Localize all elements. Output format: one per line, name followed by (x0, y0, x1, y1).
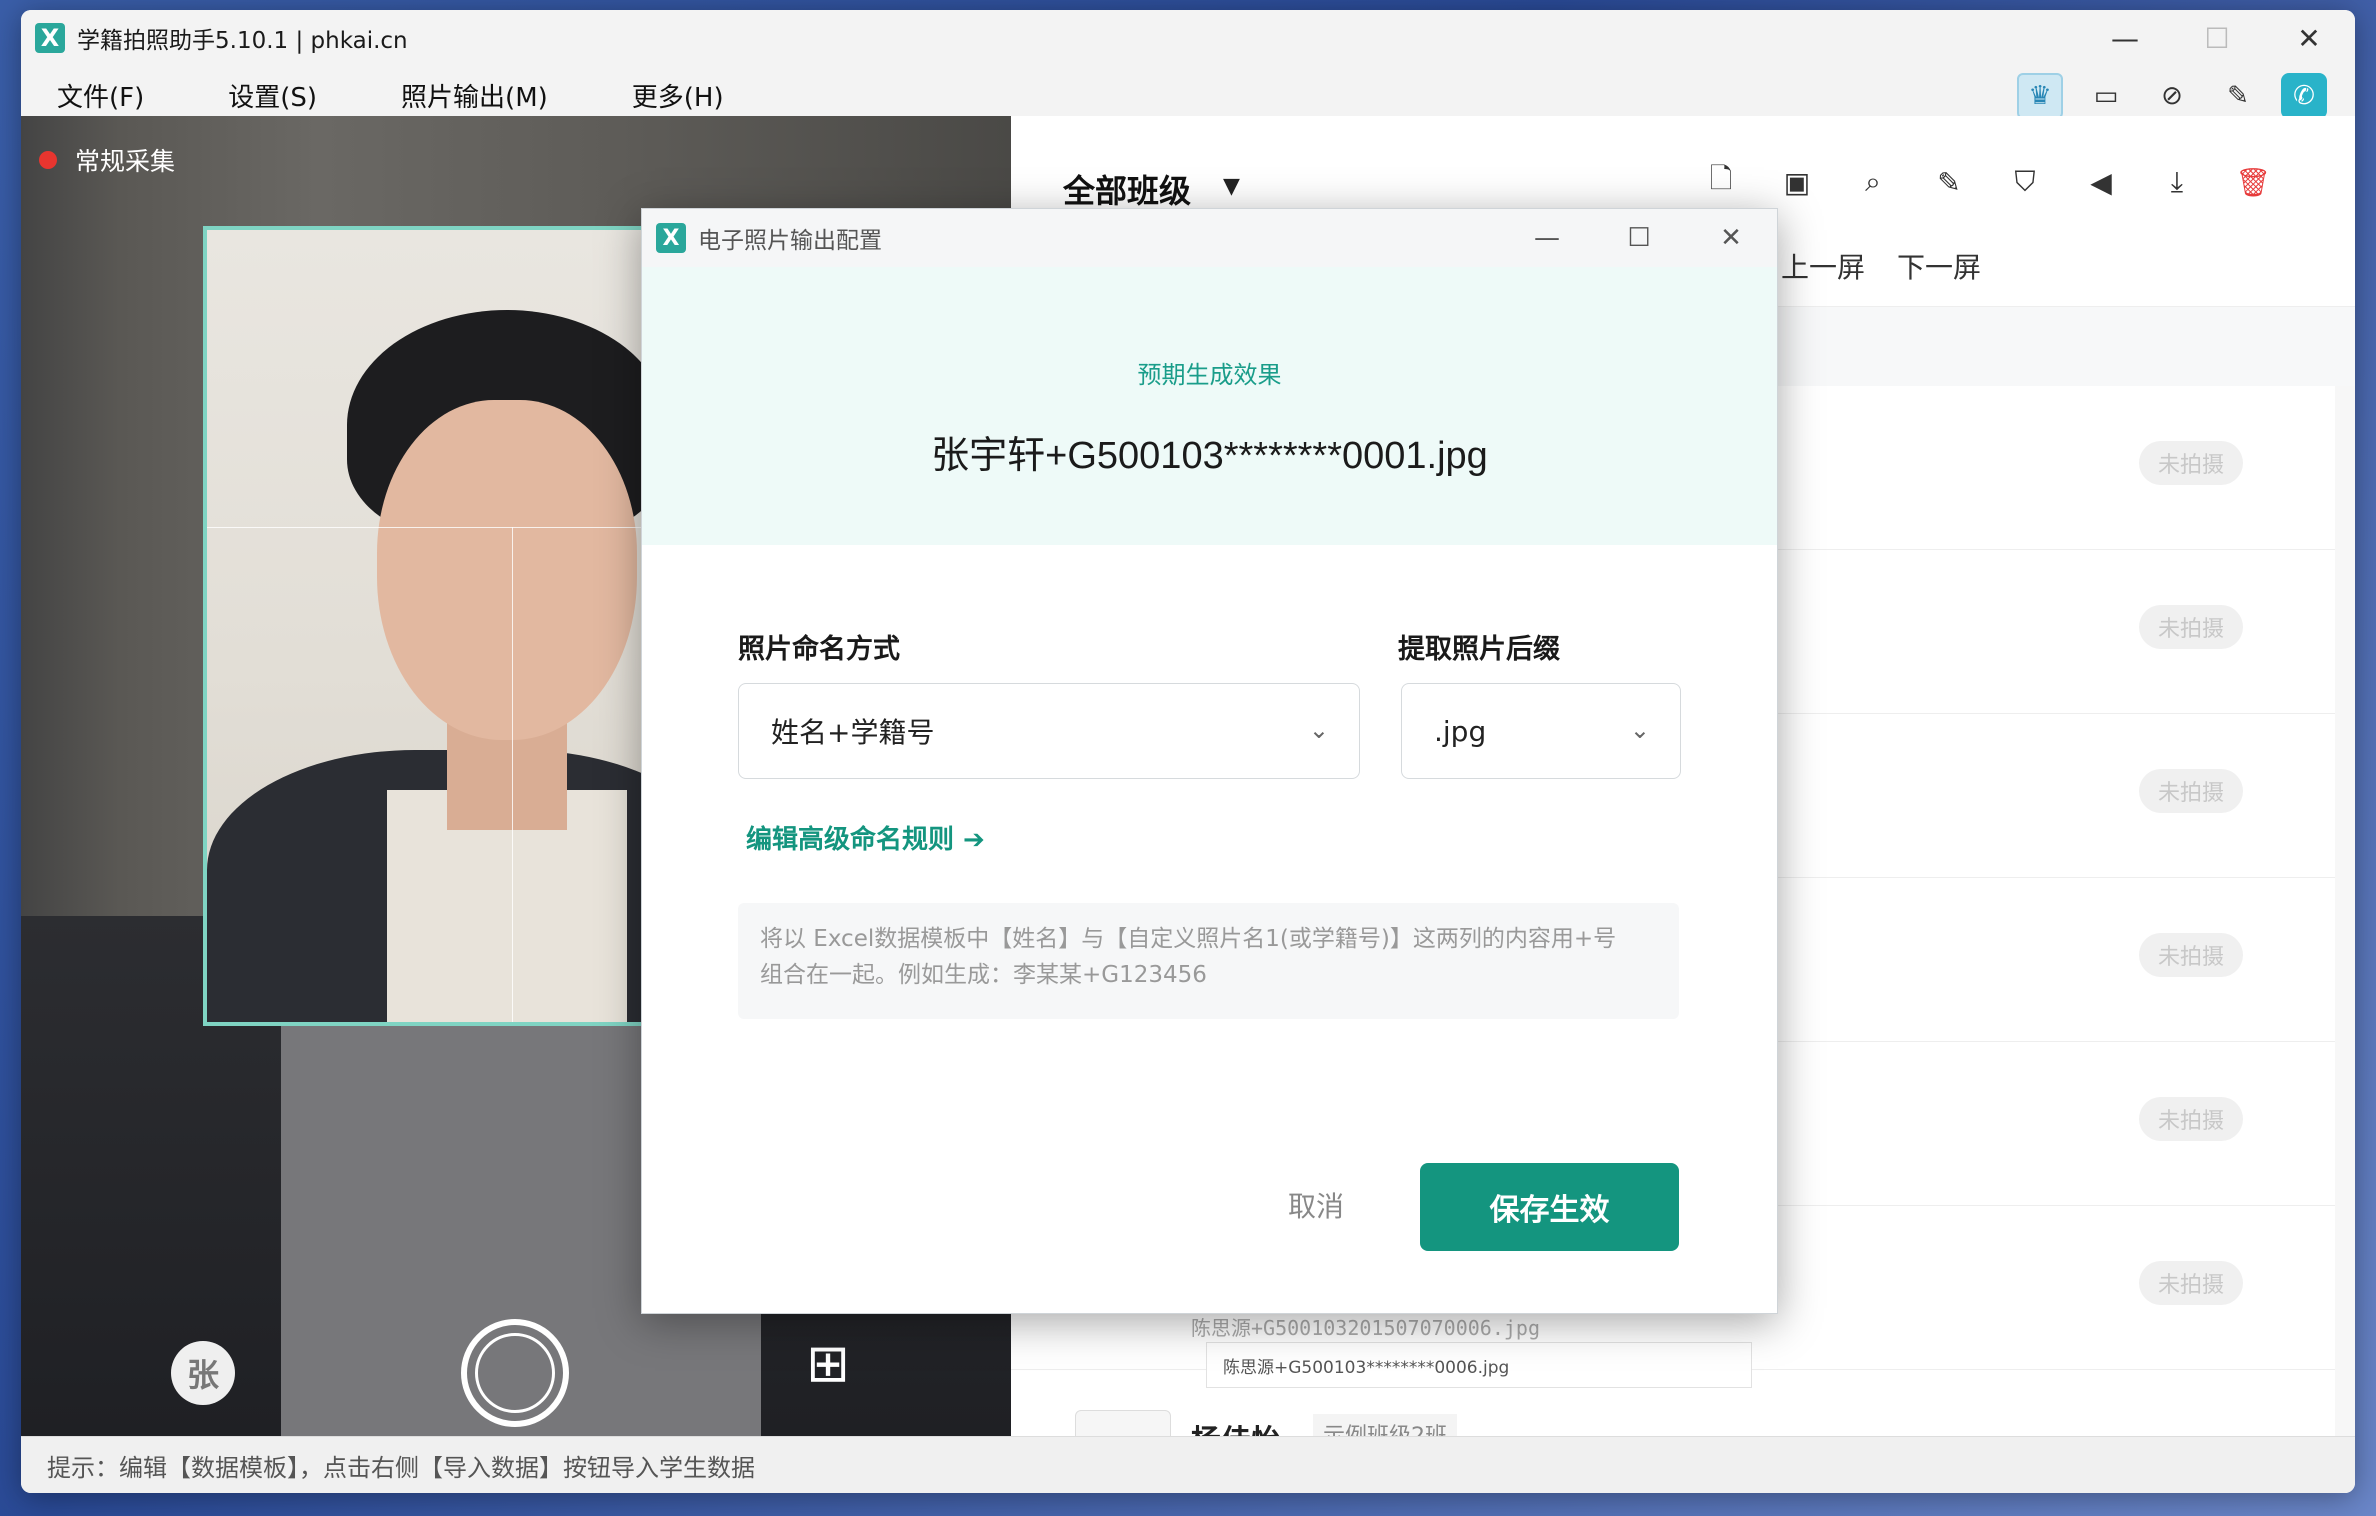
shield-icon[interactable]: ⛉ (2005, 162, 2045, 202)
menu-file[interactable]: 文件(F) (57, 77, 144, 114)
save-button[interactable]: 保存生效 (1420, 1163, 1679, 1251)
photo-crop-frame[interactable] (203, 226, 703, 1026)
trash-icon[interactable]: 🗑 (2233, 162, 2273, 202)
pager: 上一屏 下一屏 (1781, 246, 1981, 286)
camera-controls: 张 ⊞ (21, 1301, 1011, 1427)
list-toolbar: 🗋 ▣ ⌕ ✎ ⛉ ◀ ⤓ 🗑 (1701, 162, 2273, 202)
status-badge: 未拍摄 (2139, 933, 2243, 977)
speaker-icon[interactable]: ◀ (2081, 162, 2121, 202)
link-icon[interactable]: ⊘ (2149, 73, 2195, 119)
suffix-label: 提取照片后缀 (1398, 634, 1560, 665)
help-text-line2: 组合在一起。例如生成：李某某+G123456 (760, 962, 1207, 988)
frame-guide-horizontal (207, 527, 699, 528)
maximize-button[interactable]: ☐ (2171, 10, 2263, 66)
save-icon[interactable]: ▣ (1777, 162, 1817, 202)
record-dot-icon (39, 151, 57, 169)
wechat-icon[interactable]: ✆ (2281, 73, 2327, 119)
frame-guide-vertical (512, 527, 513, 1022)
status-hint: 提示：编辑【数据模板】，点击右侧【导入数据】按钮导入学生数据 (47, 1453, 755, 1482)
student-avatar-button[interactable]: 张 (171, 1341, 235, 1405)
subject-face (377, 400, 637, 740)
pencil-icon[interactable]: ✎ (1929, 162, 1969, 202)
menu-settings[interactable]: 设置(S) (228, 77, 317, 114)
window-controls: — ☐ ✕ (2079, 10, 2355, 66)
dialog-maximize-button[interactable]: ☐ (1593, 209, 1685, 267)
crown-icon[interactable]: ♛ (2017, 73, 2063, 119)
dialog-title-bar: X 电子照片输出配置 — ☐ ✕ (642, 209, 1777, 267)
close-button[interactable]: ✕ (2263, 10, 2355, 66)
status-badge: 未拍摄 (2139, 1261, 2243, 1305)
shutter-inner-ring (475, 1333, 555, 1413)
top-icon-bar: ♛ ▭ ⊘ ✎ ✆ (2017, 73, 2327, 119)
chevron-down-icon: ⌄ (1629, 716, 1650, 744)
cancel-button[interactable]: 取消 (1288, 1185, 1344, 1225)
new-file-icon[interactable]: 🗋 (1701, 162, 1741, 202)
app-window: X 学籍拍照助手5.10.1 | phkai.cn — ☐ ✕ 文件(F) 设置… (21, 10, 2355, 1493)
class-select[interactable]: 全部班级 (1063, 166, 1191, 212)
tablet-icon[interactable]: ▭ (2083, 73, 2129, 119)
app-logo: X (35, 23, 65, 53)
naming-method-label: 照片命名方式 (738, 634, 900, 665)
dialog-title: 电子照片输出配置 (698, 228, 882, 254)
app-title: 学籍拍照助手5.10.1 | phkai.cn (77, 28, 408, 54)
dialog-close-button[interactable]: ✕ (1685, 209, 1777, 267)
chevron-down-icon[interactable]: ▼ (1223, 174, 1240, 199)
menu-photo-output[interactable]: 照片输出(M) (401, 77, 548, 114)
status-badge: 未拍摄 (2139, 441, 2243, 485)
minimize-button[interactable]: — (2079, 10, 2171, 66)
naming-help-box: 将以 Excel数据模板中【姓名】与【自定义照片名1(或学籍号)】这两列的内容用… (738, 903, 1679, 1019)
preview-section: 预期生成效果 张宇轩+G500103********0001.jpg (642, 267, 1777, 545)
dialog-minimize-button[interactable]: — (1501, 209, 1593, 267)
add-photo-icon[interactable]: ⊞ (793, 1329, 863, 1399)
help-text-line1: 将以 Excel数据模板中【姓名】与【自定义照片名1(或学籍号)】这两列的内容用… (760, 926, 1617, 952)
dialog-window-controls: — ☐ ✕ (1501, 209, 1777, 267)
photo-output-config-dialog: X 电子照片输出配置 — ☐ ✕ 预期生成效果 张宇轩+G500103*****… (641, 208, 1778, 1314)
menu-more[interactable]: 更多(H) (632, 77, 724, 114)
status-badge: 未拍摄 (2139, 1097, 2243, 1141)
capture-status: 常规采集 (39, 142, 175, 178)
prev-screen-button[interactable]: 上一屏 (1781, 246, 1865, 286)
status-bar: 提示：编辑【数据模板】，点击右侧【导入数据】按钮导入学生数据 (21, 1436, 2355, 1493)
status-badge: 未拍摄 (2139, 769, 2243, 813)
advanced-naming-link[interactable]: 编辑高级命名规则 ➔ (746, 819, 985, 856)
chevron-down-icon: ⌄ (1308, 716, 1329, 744)
suffix-value: .jpg (1434, 714, 1487, 748)
naming-method-value: 姓名+学籍号 (771, 716, 935, 749)
download-icon[interactable]: ⤓ (2157, 162, 2197, 202)
dialog-logo: X (656, 223, 686, 253)
row-file-name: 陈思源+G500103201507070006.jpg (1191, 1316, 1540, 1340)
naming-method-select[interactable]: 姓名+学籍号 ⌄ (738, 683, 1360, 779)
edit-frame-icon[interactable]: ✎ (2215, 73, 2261, 119)
suffix-select[interactable]: .jpg ⌄ (1401, 683, 1681, 779)
capture-mode-label: 常规采集 (75, 147, 176, 176)
preview-label: 预期生成效果 (1137, 361, 1282, 389)
title-bar: X 学籍拍照助手5.10.1 | phkai.cn — ☐ ✕ (21, 10, 2355, 66)
shutter-button[interactable] (461, 1319, 569, 1427)
search-icon[interactable]: ⌕ (1853, 162, 1893, 202)
scrollbar[interactable] (2335, 386, 2355, 1436)
next-screen-button[interactable]: 下一屏 (1897, 246, 1981, 286)
preview-filename: 张宇轩+G500103********0001.jpg (931, 435, 1488, 477)
status-badge: 未拍摄 (2139, 605, 2243, 649)
